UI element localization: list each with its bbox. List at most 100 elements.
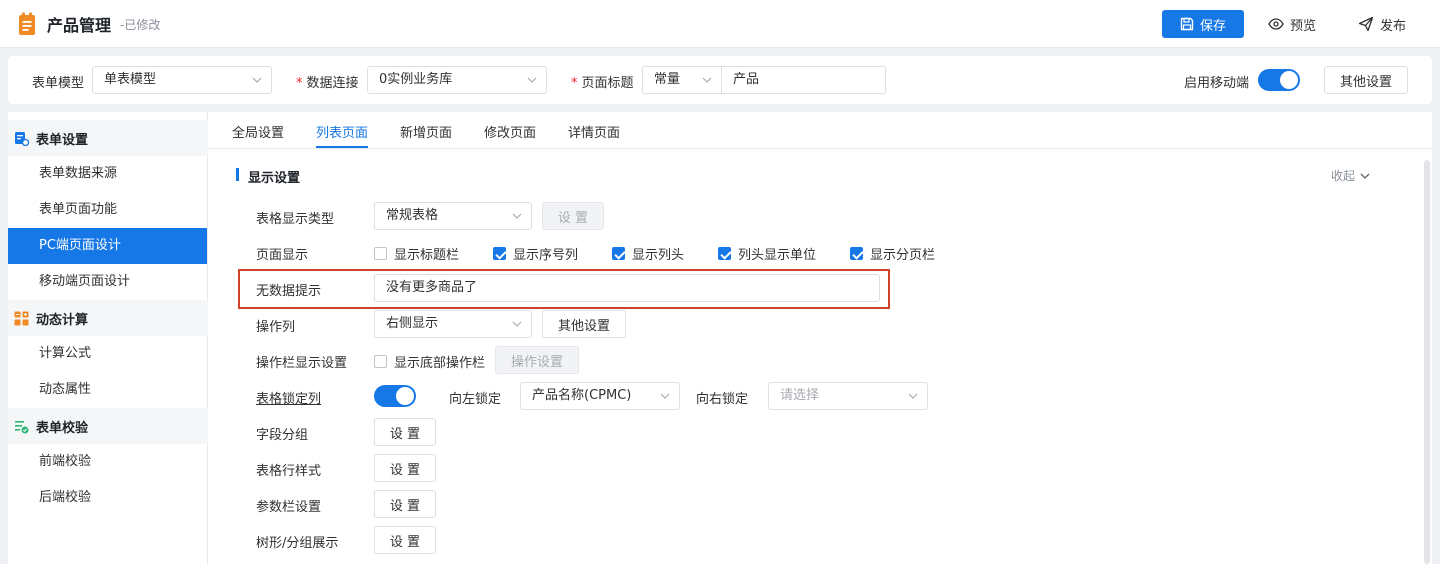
table-type-settings-button[interactable]: 设 置 xyxy=(542,202,604,230)
page-title-label: * 页面标题 xyxy=(571,76,634,91)
page-title-type-value: 常量 xyxy=(654,72,681,87)
param-bar-label: 参数栏设置 xyxy=(256,500,322,515)
show-pagination-checkbox[interactable]: 显示分页栏 xyxy=(850,244,935,263)
table-type-label: 表格显示类型 xyxy=(256,212,335,227)
page-title-type-select[interactable]: 常量 xyxy=(642,66,722,94)
validation-icon xyxy=(15,420,29,433)
mobile-enable-toggle[interactable] xyxy=(1258,69,1300,91)
lock-left-label: 向左锁定 xyxy=(449,392,502,407)
form-settings-icon xyxy=(15,131,29,146)
publish-label: 发布 xyxy=(1380,18,1407,34)
field-group-label: 字段分组 xyxy=(256,428,309,443)
sidebar-item-frontend-validation[interactable]: 前端校验 xyxy=(8,444,207,480)
field-group-settings-button[interactable]: 设 置 xyxy=(374,418,436,446)
tab-detail-page[interactable]: 详情页面 xyxy=(568,122,620,141)
send-icon xyxy=(1358,16,1374,32)
mobile-enable-label: 启用移动端 xyxy=(1184,76,1250,91)
no-data-hint-label: 无数据提示 xyxy=(256,284,322,299)
calculator-icon xyxy=(14,311,29,325)
modified-status: -已修改 xyxy=(120,18,161,32)
tab-edit-page[interactable]: 修改页面 xyxy=(484,122,536,141)
vertical-scrollbar[interactable] xyxy=(1424,160,1430,564)
publish-button[interactable]: 发布 xyxy=(1358,10,1406,38)
lock-left-value: 产品名称(CPMC) xyxy=(532,388,632,403)
chevron-down-icon xyxy=(908,393,918,399)
chevron-down-icon xyxy=(512,321,522,327)
table-type-value: 常规表格 xyxy=(386,208,439,223)
chevron-down-icon xyxy=(702,77,712,83)
show-bottom-bar-checkbox[interactable]: 显示底部操作栏 xyxy=(374,352,485,371)
header-show-unit-checkbox[interactable]: 列头显示单位 xyxy=(718,244,816,263)
show-title-bar-checkbox[interactable]: 显示标题栏 xyxy=(374,244,459,263)
page-title: 产品管理 xyxy=(47,16,112,35)
save-label: 保存 xyxy=(1199,18,1226,34)
lock-right-label: 向右锁定 xyxy=(696,392,749,407)
chevron-down-icon xyxy=(527,77,537,83)
sidebar-group-label: 表单校验 xyxy=(36,420,89,436)
form-model-select[interactable]: 单表模型 xyxy=(92,66,272,94)
sidebar-group-form-settings: 表单设置 xyxy=(8,120,208,156)
section-marker xyxy=(236,168,239,181)
lock-right-select[interactable]: 请选择 xyxy=(768,382,928,410)
settings-sidebar: 表单设置 表单数据来源 表单页面功能 PC端页面设计 移动端页面设计 动态计算 … xyxy=(8,112,208,564)
data-conn-label: * 数据连接 xyxy=(296,76,359,91)
preview-label: 预览 xyxy=(1290,18,1317,34)
save-icon xyxy=(1180,17,1194,31)
row-style-settings-button[interactable]: 设 置 xyxy=(374,454,436,482)
preview-button[interactable]: 预览 xyxy=(1268,10,1316,38)
tab-add-page[interactable]: 新增页面 xyxy=(400,122,452,141)
document-logo-icon xyxy=(19,12,35,35)
lock-right-placeholder: 请选择 xyxy=(780,388,820,403)
sidebar-item-pc-page-design[interactable]: PC端页面设计 xyxy=(8,228,207,264)
section-title: 显示设置 xyxy=(248,171,301,186)
show-column-header-checkbox[interactable]: 显示列头 xyxy=(612,244,684,263)
form-model-label: 表单模型 xyxy=(32,76,85,91)
operation-bar-label: 操作栏显示设置 xyxy=(256,356,348,371)
other-settings-button[interactable]: 其他设置 xyxy=(1324,66,1408,94)
top-header: 产品管理 -已修改 保存 预览 发布 xyxy=(0,0,1440,48)
tree-group-settings-button[interactable]: 设 置 xyxy=(374,526,436,554)
row-style-label: 表格行样式 xyxy=(256,464,322,479)
data-conn-value: 0实例业务库 xyxy=(379,72,453,87)
sidebar-item-mobile-page-design[interactable]: 移动端页面设计 xyxy=(8,264,207,300)
sidebar-item-form-data-source[interactable]: 表单数据来源 xyxy=(8,156,207,192)
data-conn-select[interactable]: 0实例业务库 xyxy=(367,66,547,94)
form-config-bar: 表单模型 单表模型 * 数据连接 0实例业务库 * 页面标题 常量 产品 启用移动端… xyxy=(8,56,1432,104)
sidebar-group-form-validation: 表单校验 xyxy=(8,408,208,444)
form-model-value: 单表模型 xyxy=(104,72,157,87)
page-display-label: 页面显示 xyxy=(256,248,309,263)
chevron-down-icon xyxy=(252,77,262,83)
sidebar-item-formula[interactable]: 计算公式 xyxy=(8,336,207,372)
operation-column-settings-button[interactable]: 其他设置 xyxy=(542,310,626,338)
collapse-label: 收起 xyxy=(1331,169,1356,183)
lock-left-select[interactable]: 产品名称(CPMC) xyxy=(520,382,680,410)
operation-settings-button[interactable]: 操作设置 xyxy=(495,346,579,374)
eye-icon xyxy=(1268,18,1284,30)
lock-columns-toggle[interactable] xyxy=(374,385,416,407)
active-tab-indicator xyxy=(316,146,368,148)
sidebar-group-label: 表单设置 xyxy=(36,132,89,148)
tab-list-page[interactable]: 列表页面 xyxy=(316,122,368,141)
chevron-down-icon xyxy=(660,393,670,399)
sidebar-group-dynamic-calc: 动态计算 xyxy=(8,300,208,336)
sidebar-group-label: 动态计算 xyxy=(36,312,89,328)
sidebar-item-form-page-function[interactable]: 表单页面功能 xyxy=(8,192,207,228)
no-data-hint-input[interactable]: 没有更多商品了 xyxy=(374,274,880,302)
sidebar-item-dynamic-property[interactable]: 动态属性 xyxy=(8,372,207,408)
table-type-select[interactable]: 常规表格 xyxy=(374,202,532,230)
page-title-input[interactable]: 产品 xyxy=(721,66,886,94)
tree-group-label: 树形/分组展示 xyxy=(256,536,339,551)
page-tabs: 全局设置 列表页面 新增页面 修改页面 详情页面 xyxy=(208,112,1432,149)
main-panel: 全局设置 列表页面 新增页面 修改页面 详情页面 显示设置 收起 表格显示类型 … xyxy=(208,112,1432,564)
operation-column-select[interactable]: 右侧显示 xyxy=(374,310,532,338)
save-button[interactable]: 保存 xyxy=(1162,10,1244,38)
tab-global-settings[interactable]: 全局设置 xyxy=(232,122,284,141)
chevron-down-icon xyxy=(1360,173,1370,179)
sidebar-item-backend-validation[interactable]: 后端校验 xyxy=(8,480,207,516)
collapse-toggle[interactable]: 收起 xyxy=(1331,167,1370,184)
chevron-down-icon xyxy=(512,213,522,219)
param-bar-settings-button[interactable]: 设 置 xyxy=(374,490,436,518)
operation-column-label: 操作列 xyxy=(256,320,296,335)
show-index-column-checkbox[interactable]: 显示序号列 xyxy=(493,244,578,263)
lock-columns-label[interactable]: 表格锁定列 xyxy=(256,388,321,407)
